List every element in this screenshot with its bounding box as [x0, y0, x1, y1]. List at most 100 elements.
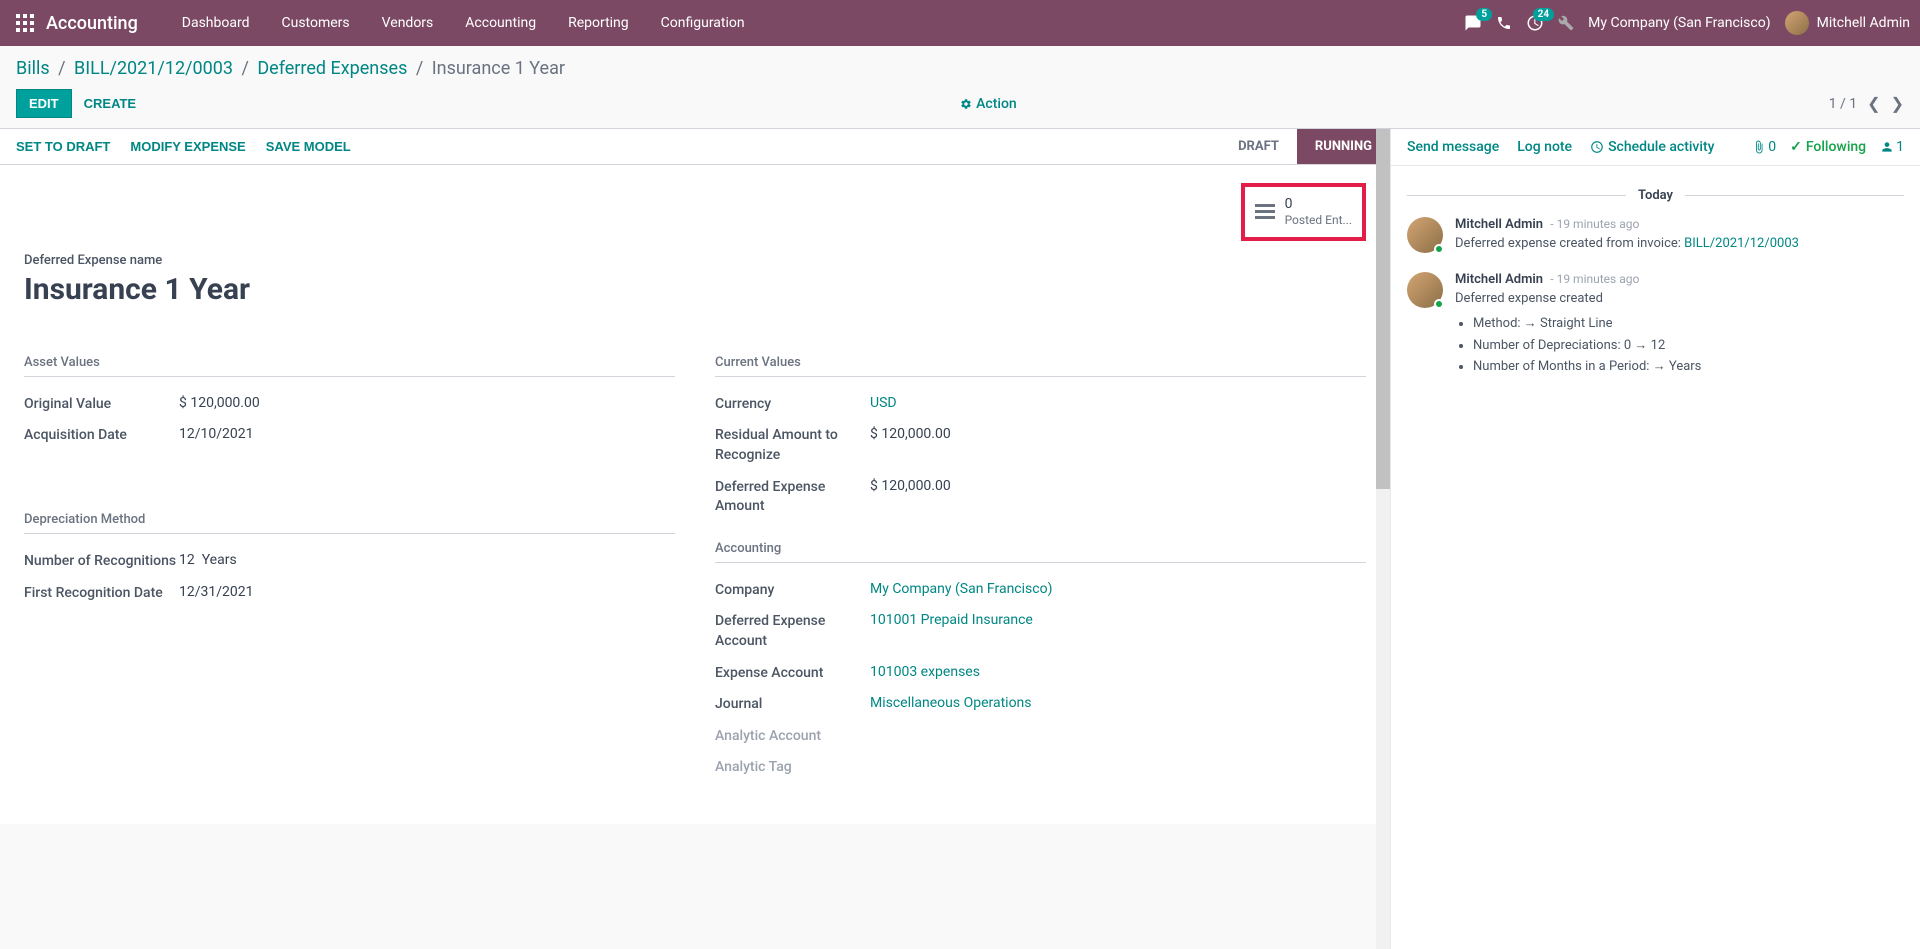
menu-vendors[interactable]: Vendors	[366, 0, 450, 46]
top-menu: Dashboard Customers Vendors Accounting R…	[166, 0, 761, 46]
tracking-item: Number of Depreciations: 0 → 12	[1473, 336, 1904, 356]
journal-value[interactable]: Miscellaneous Operations	[870, 695, 1366, 711]
message-time: - 19 minutes ago	[1550, 217, 1639, 231]
phone-icon[interactable]	[1496, 15, 1512, 31]
original-value-label: Original Value	[24, 395, 179, 415]
chatter-panel: Send message Log note Schedule activity …	[1390, 129, 1920, 949]
first-recognition-date-label: First Recognition Date	[24, 584, 179, 604]
activity-icon[interactable]: 24	[1526, 14, 1544, 32]
message-content: Deferred expense created from invoice: B…	[1455, 234, 1904, 254]
currency-value[interactable]: USD	[870, 395, 1366, 411]
accounting-title: Accounting	[715, 541, 1366, 563]
analytic-tag-label: Analytic Tag	[715, 758, 870, 778]
recognitions-label: Number of Recognitions	[24, 552, 179, 572]
recognitions-value: 12 Years	[179, 552, 675, 568]
breadcrumb-deferred[interactable]: Deferred Expenses	[257, 58, 407, 79]
hamburger-icon	[1255, 204, 1275, 219]
menu-dashboard[interactable]: Dashboard	[166, 0, 266, 46]
log-note-button[interactable]: Log note	[1517, 139, 1572, 155]
posted-entries-button[interactable]: 0 Posted Ent...	[1241, 183, 1366, 241]
following-button[interactable]: ✓ Following	[1790, 139, 1866, 155]
residual-label: Residual Amount to Recognize	[715, 426, 870, 465]
posted-label: Posted Ent...	[1285, 213, 1352, 229]
apps-icon[interactable]	[10, 8, 40, 38]
edit-button[interactable]: EDIT	[16, 89, 72, 118]
currency-label: Currency	[715, 395, 870, 415]
debug-icon[interactable]	[1558, 15, 1574, 31]
top-nav: Accounting Dashboard Customers Vendors A…	[0, 0, 1920, 46]
clock-icon	[1590, 140, 1604, 154]
asset-values-title: Asset Values	[24, 355, 675, 377]
menu-configuration[interactable]: Configuration	[645, 0, 761, 46]
message-item: Mitchell Admin - 19 minutes ago Deferred…	[1407, 272, 1904, 379]
message-item: Mitchell Admin - 19 minutes ago Deferred…	[1407, 217, 1904, 254]
menu-customers[interactable]: Customers	[266, 0, 366, 46]
message-content: Deferred expense created Method: → Strai…	[1455, 289, 1904, 377]
app-brand[interactable]: Accounting	[46, 13, 138, 34]
chat-badge: 5	[1476, 8, 1492, 21]
schedule-activity-button[interactable]: Schedule activity	[1590, 139, 1714, 155]
menu-accounting[interactable]: Accounting	[449, 0, 552, 46]
deferred-account-label: Deferred Expense Account	[715, 612, 870, 651]
person-icon	[1880, 140, 1894, 154]
gear-icon	[960, 98, 972, 110]
chatter-messages: Today Mitchell Admin - 19 minutes ago De…	[1391, 166, 1920, 409]
followers-button[interactable]: 1	[1880, 139, 1904, 155]
name-label: Deferred Expense name	[24, 253, 1366, 268]
activity-badge: 24	[1533, 8, 1554, 21]
posted-count: 0	[1285, 195, 1352, 213]
company-value[interactable]: My Company (San Francisco)	[870, 581, 1366, 597]
chatter-toolbar: Send message Log note Schedule activity …	[1391, 129, 1920, 166]
date-separator: Today	[1407, 188, 1904, 203]
message-author: Mitchell Admin	[1455, 272, 1543, 287]
avatar	[1407, 272, 1443, 308]
residual-value: $ 120,000.00	[870, 426, 1366, 442]
deferred-account-value[interactable]: 101001 Prepaid Insurance	[870, 612, 1366, 628]
tracking-item: Number of Months in a Period: → Years	[1473, 357, 1904, 377]
pager-prev[interactable]: ❮	[1867, 94, 1880, 113]
deferred-amount: $ 120,000.00	[870, 478, 1366, 494]
expense-account-label: Expense Account	[715, 664, 870, 684]
action-dropdown[interactable]: Action	[960, 96, 1017, 112]
chat-icon[interactable]: 5	[1464, 14, 1482, 32]
attachments-button[interactable]: 0	[1752, 139, 1776, 155]
original-value: $ 120,000.00	[179, 395, 675, 411]
company-selector[interactable]: My Company (San Francisco)	[1588, 15, 1770, 31]
breadcrumb-bills[interactable]: Bills	[16, 58, 50, 79]
message-time: - 19 minutes ago	[1550, 272, 1639, 286]
journal-label: Journal	[715, 695, 870, 715]
save-model-button[interactable]: SAVE MODEL	[266, 139, 351, 154]
form-view: SET TO DRAFT MODIFY EXPENSE SAVE MODEL D…	[0, 129, 1390, 824]
set-to-draft-button[interactable]: SET TO DRAFT	[16, 139, 110, 154]
breadcrumb-bill[interactable]: BILL/2021/12/0003	[74, 58, 233, 79]
breadcrumb: Bills / BILL/2021/12/0003 / Deferred Exp…	[0, 46, 1920, 83]
invoice-link[interactable]: BILL/2021/12/0003	[1684, 236, 1799, 251]
acquisition-date-label: Acquisition Date	[24, 426, 179, 446]
company-label: Company	[715, 581, 870, 601]
main-content: SET TO DRAFT MODIFY EXPENSE SAVE MODEL D…	[0, 128, 1920, 949]
form-sheet: 0 Posted Ent... Deferred Expense name In…	[0, 165, 1390, 824]
menu-reporting[interactable]: Reporting	[552, 0, 645, 46]
scrollbar[interactable]	[1376, 129, 1390, 949]
depreciation-title: Depreciation Method	[24, 512, 675, 534]
paperclip-icon	[1752, 140, 1766, 154]
avatar	[1407, 217, 1443, 253]
create-button[interactable]: CREATE	[72, 90, 148, 117]
deferred-amount-label: Deferred Expense Amount	[715, 478, 870, 517]
message-author: Mitchell Admin	[1455, 217, 1543, 232]
first-recognition-date: 12/31/2021	[179, 584, 675, 600]
control-bar: EDIT CREATE Action 1 / 1 ❮ ❯	[0, 83, 1920, 128]
breadcrumb-current: Insurance 1 Year	[432, 58, 565, 79]
send-message-button[interactable]: Send message	[1407, 139, 1499, 155]
current-values-title: Current Values	[715, 355, 1366, 377]
status-bar: SET TO DRAFT MODIFY EXPENSE SAVE MODEL D…	[0, 129, 1390, 165]
record-title: Insurance 1 Year	[24, 272, 1366, 307]
expense-account-value[interactable]: 101003 expenses	[870, 664, 1366, 680]
tracking-item: Method: → Straight Line	[1473, 314, 1904, 334]
modify-expense-button[interactable]: MODIFY EXPENSE	[130, 139, 245, 154]
pager-next[interactable]: ❯	[1891, 94, 1904, 113]
user-menu[interactable]: Mitchell Admin	[1785, 11, 1910, 35]
pager-text: 1 / 1	[1829, 96, 1857, 112]
analytic-account-label: Analytic Account	[715, 727, 870, 747]
acquisition-date: 12/10/2021	[179, 426, 675, 442]
